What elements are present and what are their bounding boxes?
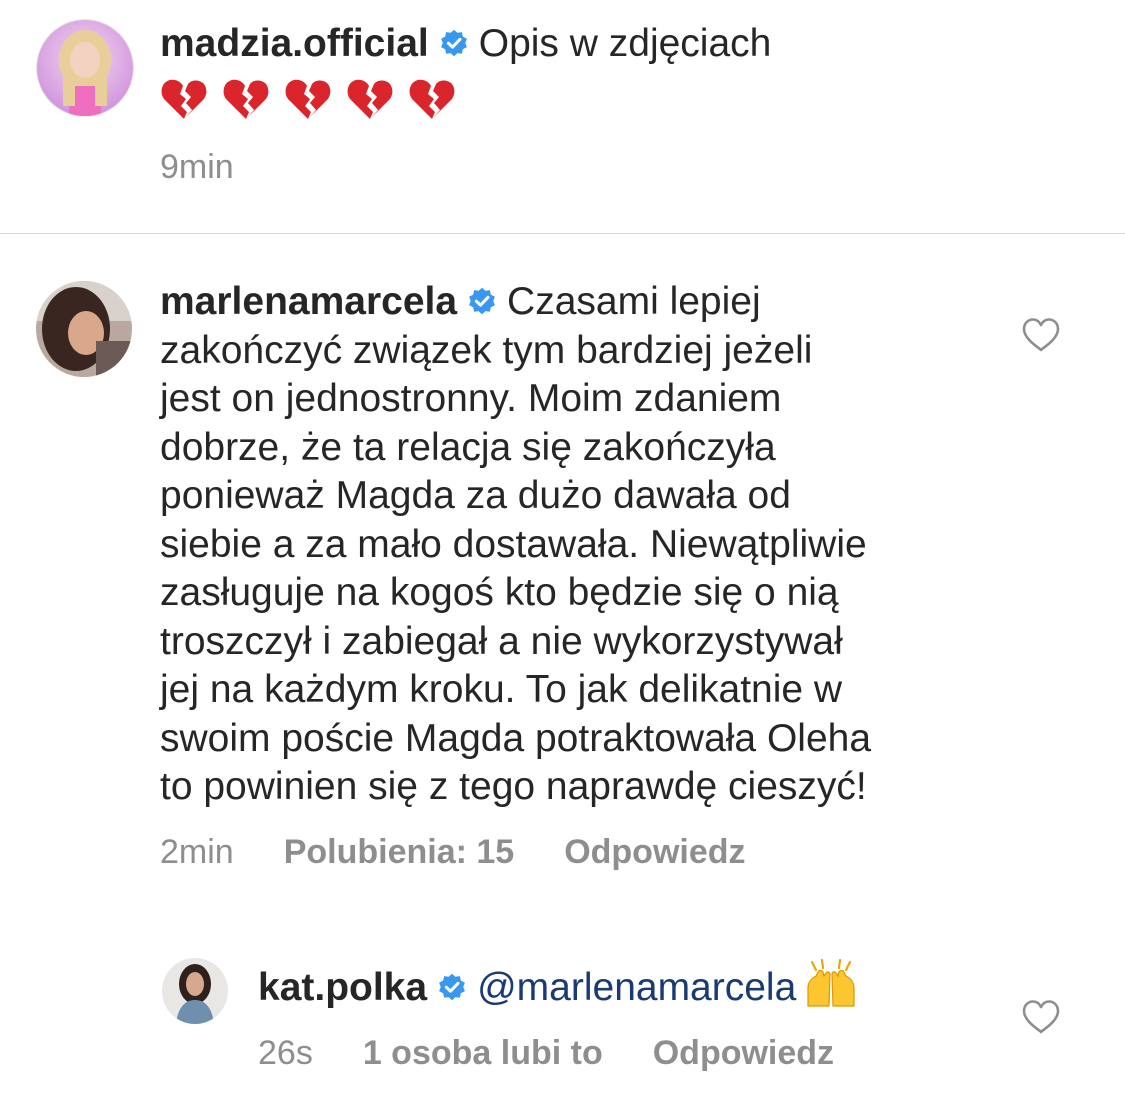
caption-username[interactable]: madzia.official	[160, 22, 429, 65]
verified-badge-icon	[439, 29, 469, 59]
reply-likes-link[interactable]: 1 osoba lubi to	[363, 1034, 603, 1072]
comment-line: zasługuje na kogoś kto będzie się o nią	[160, 571, 839, 614]
broken-hearts-row	[160, 75, 456, 123]
verified-badge-icon	[467, 287, 497, 317]
comment-line: ponieważ Magda za dużo dawała od	[160, 474, 791, 517]
broken-heart-icon	[222, 75, 270, 123]
reply-button[interactable]: Odpowiedz	[653, 1034, 834, 1072]
avatar-kat-polka[interactable]	[162, 958, 228, 1024]
caption-text: Opis w zdjęciach	[478, 22, 772, 65]
comment-time: 2min	[160, 833, 234, 871]
reply-kat-polka: kat.polka @marlenamarcela	[258, 958, 1078, 1013]
reply-time: 26s	[258, 1034, 313, 1072]
caption-meta: 9min	[160, 148, 284, 187]
mention-link[interactable]: @marlenamarcela	[477, 966, 796, 1009]
caption: madzia.official Opis w zdjęciach	[160, 20, 1080, 135]
broken-heart-icon	[284, 75, 332, 123]
comment-meta: 2min Polubienia: 15 Odpowiedz	[160, 833, 796, 872]
broken-heart-icon	[346, 75, 394, 123]
avatar-marlenamarcela[interactable]	[36, 281, 132, 377]
comment-likes-link[interactable]: Polubienia: 15	[284, 833, 515, 871]
comment-line: swoim poście Magda potraktowała Oleha	[160, 716, 872, 760]
reply-username[interactable]: kat.polka	[258, 966, 427, 1009]
comment-marlenamarcela: marlenamarcela Czasami lepiej zakończyć z…	[160, 278, 1090, 812]
raising-hands-icon	[804, 958, 858, 1008]
verified-badge-icon	[437, 973, 467, 1003]
comment-line: troszczył i zabiegał a nie wykorzystywał	[160, 619, 843, 663]
comment-line: Czasami lepiej	[507, 280, 761, 323]
like-heart-icon[interactable]	[1021, 317, 1061, 353]
reply-meta: 26s 1 osoba lubi to Odpowiedz	[258, 1034, 884, 1073]
reply-button[interactable]: Odpowiedz	[564, 833, 745, 871]
comment-line: to powinien się z tego naprawdę cieszyć!	[160, 765, 867, 808]
like-heart-icon[interactable]	[1021, 999, 1061, 1035]
avatar-madzia[interactable]	[36, 19, 134, 117]
caption-divider	[0, 233, 1125, 234]
caption-time: 9min	[160, 148, 234, 186]
comment-line: jej na każdym kroku. To jak delikatnie w	[160, 668, 843, 711]
comment-line: zakończyć związek tym bardziej jeżeli	[160, 328, 813, 372]
comment-line: siebie a za mało dostawała. Niewątpliwie	[160, 522, 867, 566]
comments-screen: madzia.official Opis w zdjęciach 9min mar…	[0, 0, 1125, 1110]
comment-username[interactable]: marlenamarcela	[160, 280, 457, 323]
broken-heart-icon	[160, 75, 208, 123]
comment-line: dobrze, że ta relacja się zakończyła	[160, 425, 776, 469]
comment-line: jest on jednostronny. Moim zdaniem	[160, 377, 782, 420]
broken-heart-icon	[408, 75, 456, 123]
